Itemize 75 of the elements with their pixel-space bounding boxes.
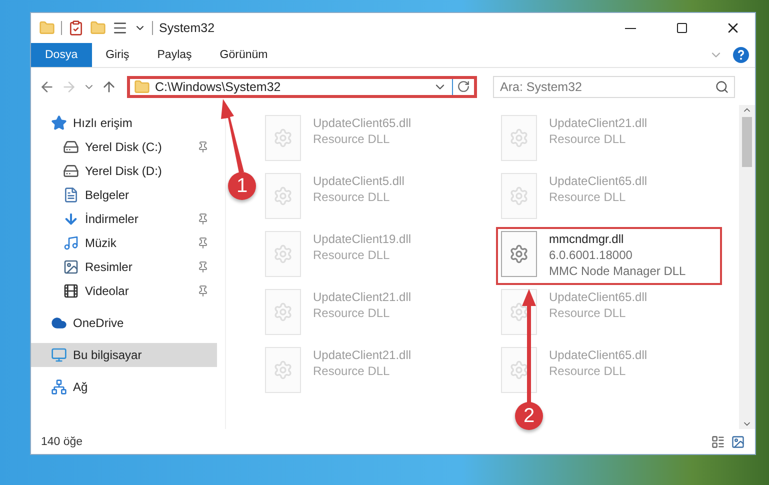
sidebar-item[interactable]: Müzik [31,231,217,255]
dll-file-icon [501,115,537,161]
sidebar-item[interactable]: Ağ [31,375,217,399]
file-name: UpdateClient21.dll [549,115,648,131]
document-icon [63,187,79,203]
maximize-icon [676,22,688,34]
sidebar-item[interactable]: OneDrive [31,311,217,335]
dll-file-icon [265,115,301,161]
window-title: System32 [159,21,216,35]
file-detail: Resource DLL [313,305,391,321]
file-detail: MMC Node Manager DLL [549,263,686,279]
file-name: UpdateClient65.dll [549,289,648,305]
film-icon [63,283,79,299]
sidebar-item[interactable]: Belgeler [31,183,217,207]
file-name: UpdateClient65.dll [313,115,412,131]
drive-icon [63,139,79,155]
address-bar[interactable]: C:\Windows\System32 [127,76,477,98]
sidebar-item[interactable]: Yerel Disk (C:) [31,135,217,159]
ribbon-tab[interactable]: Dosya [31,43,92,67]
file-item[interactable]: mmcndmgr.dll 6.0.6001.18000 MMC Node Manager DLL [496,227,722,285]
refresh-icon [457,80,470,93]
dll-file-icon [501,231,537,277]
search-field[interactable]: Ara: System32 [493,76,735,98]
details-view-button[interactable] [711,434,725,448]
search-icon [715,80,729,94]
ribbon-tab[interactable]: Paylaş [143,43,206,67]
back-button[interactable] [39,78,55,94]
up-button[interactable] [101,78,117,94]
sidebar-item[interactable]: Resimler [31,255,217,279]
network-icon [51,379,67,395]
file-name: UpdateClient65.dll [549,347,648,363]
file-detail: Resource DLL [313,131,391,147]
download-icon [63,211,79,227]
dll-file-icon [265,289,301,335]
file-detail: 6.0.6001.18000 [549,247,634,263]
file-name: UpdateClient19.dll [313,231,412,247]
dll-file-icon [265,173,301,219]
file-name: UpdateClient21.dll [313,347,412,363]
file-detail: Resource DLL [549,189,627,205]
music-note-icon [63,235,79,251]
sidebar-item[interactable]: Hızlı erişim [31,111,217,135]
folder-icon [134,78,150,94]
forward-arrow-icon [61,78,77,94]
properties-icon[interactable] [68,20,84,36]
file-detail: Resource DLL [313,189,391,205]
item-count: 140 öğe [41,436,84,448]
file-detail: Resource DLL [313,247,391,263]
sidebar-item[interactable]: Yerel Disk (D:) [31,159,217,183]
file-detail: Resource DLL [313,363,391,379]
monitor-icon [51,347,67,363]
sidebar-item[interactable]: Videolar [31,279,217,303]
picture-icon [731,434,745,448]
ribbon-tab[interactable]: Görünüm [206,43,282,67]
cloud-icon [51,315,67,331]
file-name: mmcndmgr.dll [549,231,625,247]
file-name: UpdateClient21.dll [313,289,412,305]
scrollbar[interactable] [739,105,755,429]
file-detail: Resource DLL [549,305,627,321]
drive-icon [63,163,79,179]
file-name: UpdateClient5.dll [313,173,404,189]
list-icon[interactable] [112,20,128,36]
picture-icon [63,259,79,275]
sidebar-item[interactable]: İndirmeler [31,207,217,231]
file-detail: Resource DLL [549,363,627,379]
details-view-icon [711,434,725,448]
sidebar-item[interactable]: Bu bilgisayar [31,343,217,367]
ribbon-tab[interactable]: Giriş [92,43,144,67]
star-icon [51,115,67,131]
file-name: UpdateClient65.dll [549,173,648,189]
file-detail: Resource DLL [549,131,627,147]
dll-file-icon [265,231,301,277]
scrollbar-thumb[interactable] [742,117,752,167]
dll-file-icon [501,173,537,219]
dll-file-icon [265,347,301,393]
large-icons-view-button[interactable] [731,434,745,448]
